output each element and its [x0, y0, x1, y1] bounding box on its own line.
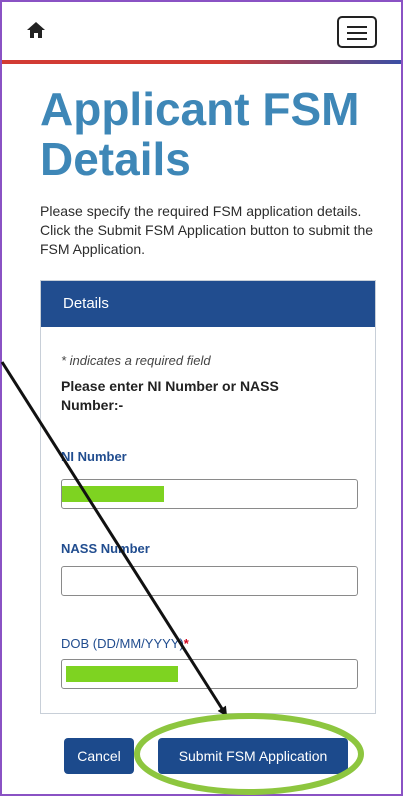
- hamburger-menu-icon: [347, 26, 367, 28]
- card-header-title: Details: [63, 295, 109, 312]
- nass-number-label: NASS Number: [61, 541, 150, 556]
- ni-number-input[interactable]: [61, 479, 358, 509]
- card-header: Details: [41, 281, 375, 327]
- header-accent-line: [2, 60, 401, 64]
- page-title: Applicant FSM Details: [40, 83, 360, 185]
- required-asterisk: *: [183, 636, 189, 651]
- dob-label: DOB (DD/MM/YYYY)*: [61, 636, 189, 651]
- hamburger-menu-button[interactable]: [337, 16, 377, 48]
- submit-fsm-application-button[interactable]: Submit FSM Application: [158, 738, 348, 774]
- nass-number-input[interactable]: [61, 566, 358, 596]
- phone-screen: Applicant FSM Details Please specify the…: [0, 0, 403, 796]
- home-icon[interactable]: [26, 20, 46, 40]
- redaction-mark: [62, 486, 164, 502]
- details-card: Details * indicates a required field Ple…: [40, 280, 376, 714]
- ni-number-label: NI Number: [61, 449, 127, 464]
- top-navbar: [2, 2, 401, 64]
- ni-nass-instruction: Please enter NI Number or NASS Number:-: [61, 378, 279, 413]
- cancel-button[interactable]: Cancel: [64, 738, 134, 774]
- redaction-mark: [66, 666, 178, 682]
- dob-input[interactable]: [61, 659, 358, 689]
- required-field-note: * indicates a required field: [61, 353, 211, 368]
- page-intro: Please specify the required FSM applicat…: [40, 203, 374, 257]
